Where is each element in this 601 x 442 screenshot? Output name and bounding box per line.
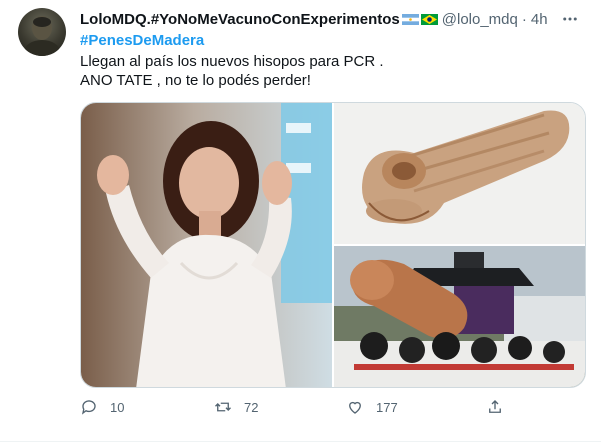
argentina-flag-icon — [401, 13, 419, 25]
author-handle[interactable]: @lolo_mdq — [442, 11, 518, 28]
avatar[interactable] — [18, 8, 66, 56]
like-icon — [349, 401, 361, 414]
media-grid — [80, 102, 586, 388]
tweet[interactable]: LoloMDQ.#YoNoMeVacunoConExperimentos @lo… — [0, 0, 601, 442]
retweet-button[interactable]: 72 — [214, 398, 258, 416]
share-button[interactable] — [486, 398, 516, 416]
photo-woman[interactable] — [81, 103, 332, 387]
retweet-icon — [215, 402, 231, 412]
tweet-text-line-1: Llegan al país los nuevos hisopos para P… — [80, 53, 384, 70]
like-count: 177 — [376, 399, 398, 415]
brazil-flag-icon — [420, 13, 438, 25]
share-icon — [489, 400, 501, 413]
hashtag-link[interactable]: #PenesDeMadera — [80, 30, 585, 52]
photo-festival[interactable] — [334, 246, 585, 387]
reply-button[interactable]: 10 — [80, 398, 124, 416]
reply-count: 10 — [110, 399, 125, 415]
like-button[interactable]: 177 — [346, 398, 398, 416]
more-icon[interactable] — [559, 8, 581, 30]
author-name[interactable]: LoloMDQ.#YoNoMeVacunoConExperimentos — [80, 11, 400, 28]
tweet-header: LoloMDQ.#YoNoMeVacunoConExperimentos @lo… — [80, 8, 585, 30]
tweet-actions: 10 72 177 — [80, 398, 520, 422]
tweet-text-line-2: ANO TATE , no te lo podés perder! — [80, 72, 311, 89]
tweet-content: LoloMDQ.#YoNoMeVacunoConExperimentos @lo… — [80, 8, 585, 90]
tweet-time[interactable]: 4h — [531, 11, 548, 28]
separator-dot: · — [521, 10, 527, 28]
photo-wooden-carving[interactable] — [334, 103, 585, 244]
retweet-count: 72 — [244, 399, 259, 415]
reply-icon — [81, 400, 96, 415]
